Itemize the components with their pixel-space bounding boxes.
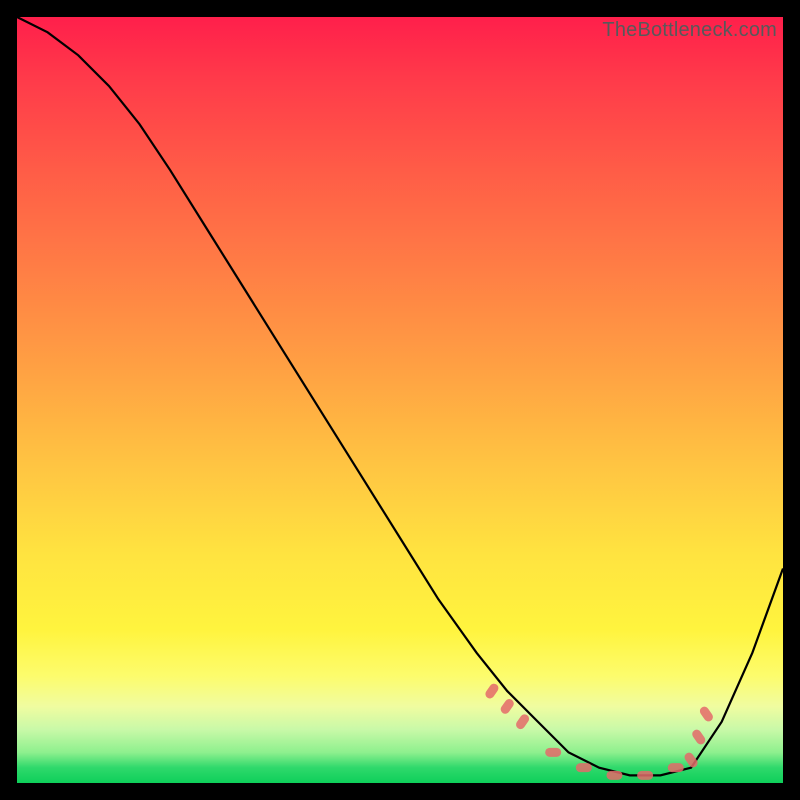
bead-marker	[576, 763, 592, 772]
bead-marker	[690, 728, 707, 746]
bead-marker	[637, 771, 653, 780]
bead-marker	[499, 697, 516, 715]
bead-marker	[545, 748, 561, 757]
bottleneck-curve	[17, 17, 783, 775]
bead-cluster	[484, 682, 715, 780]
attribution-watermark: TheBottleneck.com	[602, 19, 777, 42]
bead-marker	[698, 705, 715, 723]
bead-marker	[668, 763, 684, 772]
bead-marker	[514, 713, 531, 731]
curve-overlay	[17, 17, 783, 783]
bead-marker	[606, 771, 622, 780]
plot-area: TheBottleneck.com	[17, 17, 783, 783]
bead-marker	[683, 751, 700, 769]
chart-frame: TheBottleneck.com	[0, 0, 800, 800]
bead-marker	[484, 682, 501, 700]
